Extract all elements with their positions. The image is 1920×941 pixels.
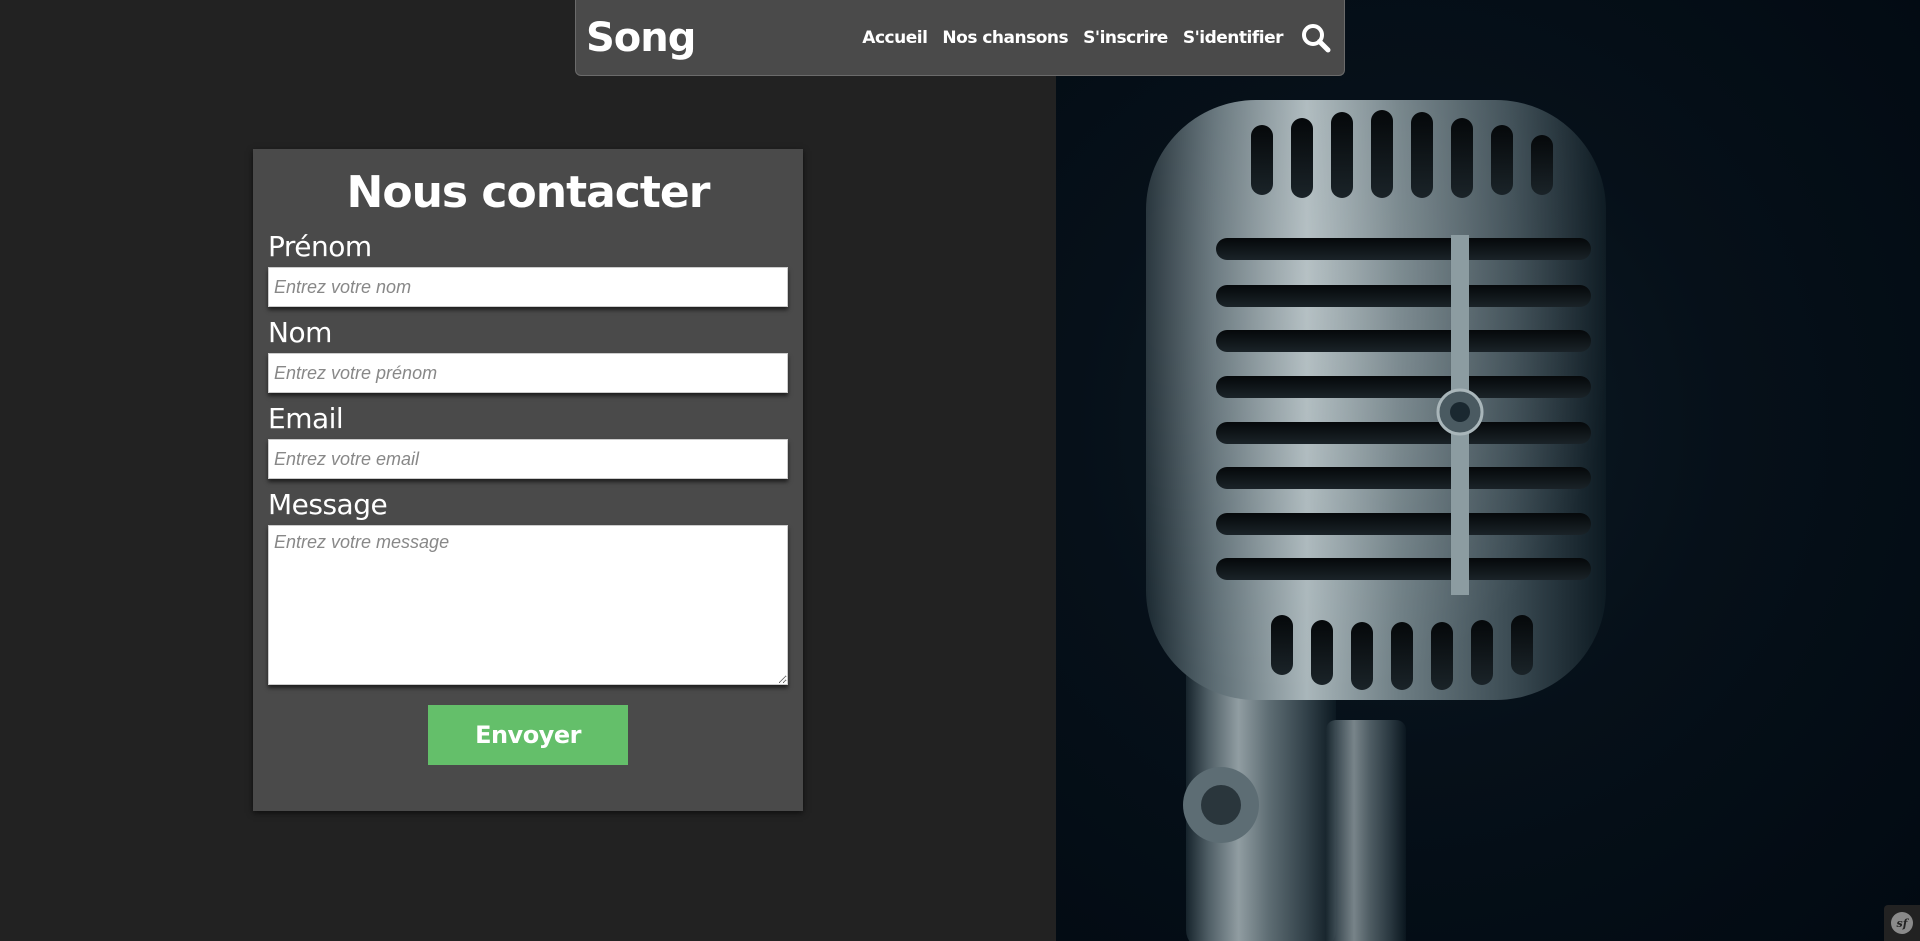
- contact-form: Nous contacter Prénom Nom Email Message …: [253, 149, 803, 811]
- nav-link-accueil[interactable]: Accueil: [862, 28, 928, 48]
- symfony-toolbar-toggle[interactable]: sf: [1884, 905, 1920, 941]
- email-label: Email: [268, 402, 344, 435]
- message-textarea[interactable]: [268, 525, 788, 685]
- microphone-illustration: [1146, 100, 1606, 941]
- email-input[interactable]: [268, 439, 788, 479]
- symfony-logo-icon: sf: [1891, 912, 1913, 934]
- brand-logo[interactable]: Song: [586, 15, 696, 61]
- nav-link-nos-chansons[interactable]: Nos chansons: [942, 28, 1068, 48]
- prenom-input[interactable]: [268, 267, 788, 307]
- nom-input[interactable]: [268, 353, 788, 393]
- prenom-label: Prénom: [268, 230, 372, 263]
- hero-microphone-image: [1056, 0, 1920, 941]
- send-button[interactable]: Envoyer: [428, 705, 628, 765]
- contact-form-title: Nous contacter: [346, 167, 711, 218]
- nom-label: Nom: [268, 316, 332, 349]
- main-nav: Accueil Nos chansons S'inscrire S'identi…: [862, 20, 1334, 56]
- nav-link-inscrire[interactable]: S'inscrire: [1083, 28, 1168, 48]
- message-label: Message: [268, 488, 388, 521]
- navbar: Song Accueil Nos chansons S'inscrire S'i…: [575, 0, 1345, 76]
- nav-link-identifier[interactable]: S'identifier: [1183, 28, 1284, 48]
- submit-wrapper: Envoyer: [268, 705, 788, 765]
- search-icon[interactable]: [1298, 20, 1334, 56]
